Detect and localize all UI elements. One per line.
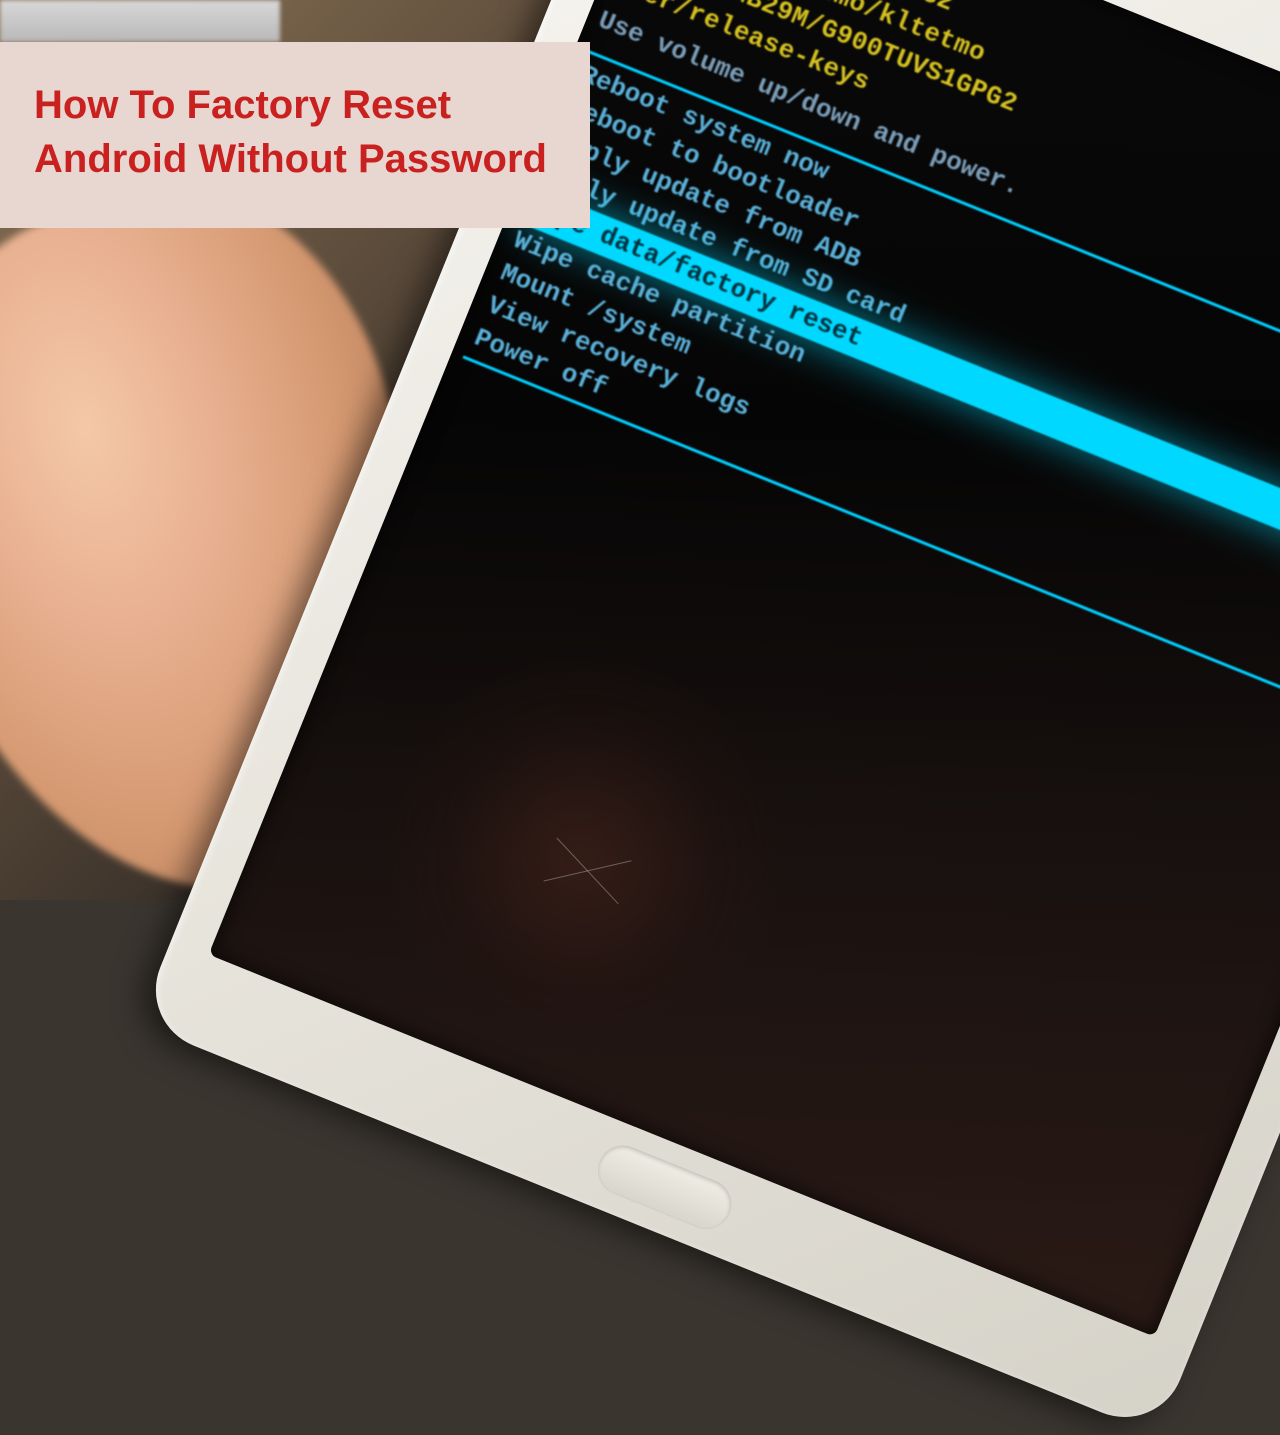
title-overlay-box: How To Factory Reset Android Without Pas… — [0, 42, 590, 228]
article-title: How To Factory Reset Android Without Pas… — [34, 78, 556, 186]
keyboard-background — [0, 0, 280, 42]
